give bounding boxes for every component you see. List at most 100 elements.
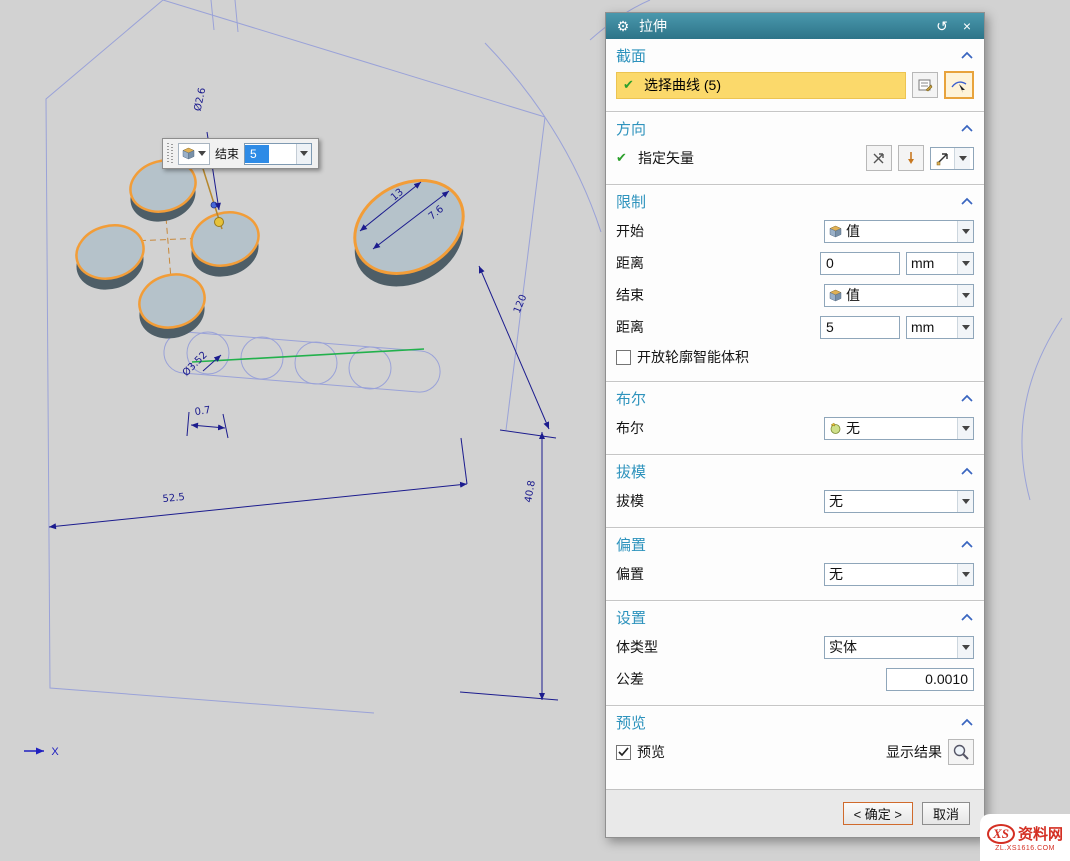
body-type-label: 体类型 xyxy=(616,637,658,657)
end-unit-value: mm xyxy=(911,319,953,335)
curve-options-button[interactable] xyxy=(912,72,938,98)
show-result-label: 显示结果 xyxy=(886,742,942,762)
tolerance-label: 公差 xyxy=(616,669,644,689)
watermark: XS 资料网 ZL.XS1616.COM xyxy=(980,814,1070,861)
cube-icon xyxy=(182,147,195,160)
show-result-button[interactable] xyxy=(948,739,974,765)
collapse-chevron-icon[interactable] xyxy=(960,124,974,133)
collapse-chevron-icon[interactable] xyxy=(960,718,974,727)
draft-value: 无 xyxy=(829,491,953,511)
magnifier-icon xyxy=(952,743,970,761)
dropdown-caret[interactable] xyxy=(957,637,973,658)
dropdown-caret[interactable] xyxy=(957,564,973,585)
end-limit-type-combo[interactable] xyxy=(178,143,210,165)
body-type-value: 实体 xyxy=(829,637,953,657)
start-distance-label: 距离 xyxy=(616,253,644,273)
crossed-arrows-icon xyxy=(871,150,887,166)
select-curve-field[interactable]: ✔ 选择曲线 (5) xyxy=(616,72,906,99)
dropdown-caret[interactable] xyxy=(957,221,973,242)
end-distance-value: 5 xyxy=(826,319,834,335)
settings-header: 设置 xyxy=(616,607,646,628)
body-type-combo[interactable]: 实体 xyxy=(824,636,974,659)
dropdown-caret[interactable] xyxy=(957,253,973,274)
cube-icon xyxy=(829,289,842,302)
reset-icon[interactable]: ↺ xyxy=(933,18,951,35)
cancel-button[interactable]: 取消 xyxy=(922,802,970,825)
watermark-url: ZL.XS1616.COM xyxy=(995,845,1055,852)
reverse-direction-button[interactable] xyxy=(866,145,892,171)
down-arrow-icon xyxy=(903,150,919,166)
start-distance-input[interactable]: 0 xyxy=(820,252,900,275)
on-screen-input-toolbar[interactable]: 结束 5 xyxy=(162,138,319,169)
vector-icon xyxy=(935,151,950,166)
start-label: 开始 xyxy=(616,221,644,241)
collapse-chevron-icon[interactable] xyxy=(960,613,974,622)
end-option-combo[interactable]: 值 xyxy=(824,284,974,307)
draft-combo[interactable]: 无 xyxy=(824,490,974,513)
dropdown-caret[interactable] xyxy=(957,285,973,306)
chevron-down-icon xyxy=(198,151,206,156)
check-icon: ✔ xyxy=(623,77,639,93)
close-icon[interactable]: × xyxy=(958,18,976,34)
collapse-chevron-icon[interactable] xyxy=(960,540,974,549)
collapse-chevron-icon[interactable] xyxy=(960,394,974,403)
collapse-chevron-icon[interactable] xyxy=(960,197,974,206)
section-limits: 限制 开始 值 距离 0 xyxy=(606,184,984,381)
dim-small-offset: 0.7 xyxy=(194,405,211,418)
end-label: 结束 xyxy=(215,145,239,162)
end-option-value: 值 xyxy=(846,285,953,305)
start-option-value: 值 xyxy=(846,221,953,241)
offset-header: 偏置 xyxy=(616,534,646,555)
gear-icon: ⚙ xyxy=(614,18,632,35)
vector-dialog-button[interactable] xyxy=(898,145,924,171)
preview-label: 预览 xyxy=(637,742,665,762)
boolean-label: 布尔 xyxy=(616,418,644,438)
collapse-chevron-icon[interactable] xyxy=(960,467,974,476)
preview-header: 预览 xyxy=(616,712,646,733)
end-distance-input[interactable]: 5 xyxy=(244,143,312,165)
open-profile-label: 开放轮廓智能体积 xyxy=(637,347,749,367)
cube-icon xyxy=(829,225,842,238)
section-boolean: 布尔 布尔 无 xyxy=(606,381,984,454)
draft-header: 拔模 xyxy=(616,461,646,482)
toolbar-grip[interactable] xyxy=(167,143,173,164)
start-unit-value: mm xyxy=(911,255,953,271)
offset-combo[interactable]: 无 xyxy=(824,563,974,586)
dropdown-caret[interactable] xyxy=(957,418,973,439)
dropdown-caret[interactable] xyxy=(957,317,973,338)
start-option-combo[interactable]: 值 xyxy=(824,220,974,243)
end-distance-value[interactable]: 5 xyxy=(245,145,269,163)
vector-method-combo[interactable] xyxy=(930,147,974,170)
dialog-title: 拉伸 xyxy=(639,16,667,36)
watermark-logo: XS xyxy=(987,824,1015,844)
tolerance-input[interactable]: 0.0010 xyxy=(886,668,974,691)
preview-checkbox[interactable] xyxy=(616,745,631,760)
boolean-value: 无 xyxy=(846,418,953,438)
end-unit-combo[interactable]: mm xyxy=(906,316,974,339)
section-direction: 方向 ✔ 指定矢量 xyxy=(606,111,984,184)
curve-list-icon xyxy=(917,77,933,93)
offset-value: 无 xyxy=(829,564,953,584)
end-distance-dropdown[interactable] xyxy=(296,144,311,164)
start-distance-value: 0 xyxy=(826,255,834,271)
collapse-chevron-icon[interactable] xyxy=(960,51,974,60)
curve-rule-button[interactable] xyxy=(944,71,974,99)
select-curve-label: 选择曲线 (5) xyxy=(644,75,721,95)
draft-label: 拔模 xyxy=(616,491,644,511)
boolean-none-icon xyxy=(829,422,842,435)
watermark-brand: 资料网 xyxy=(1018,823,1063,844)
start-unit-combo[interactable]: mm xyxy=(906,252,974,275)
chevron-down-icon xyxy=(300,151,308,156)
end-distance-label: 距离 xyxy=(616,317,644,337)
section-preview: 预览 预览 显示结果 xyxy=(606,705,984,778)
dropdown-caret[interactable] xyxy=(957,491,973,512)
section-offset: 偏置 偏置 无 xyxy=(606,527,984,600)
ok-button[interactable]: < 确定 > xyxy=(843,802,913,825)
open-profile-checkbox[interactable] xyxy=(616,350,631,365)
end-distance-input[interactable]: 5 xyxy=(820,316,900,339)
section-draft: 拔模 拔模 无 xyxy=(606,454,984,527)
boolean-combo[interactable]: 无 xyxy=(824,417,974,440)
dialog-titlebar[interactable]: ⚙ 拉伸 ↺ × xyxy=(606,13,984,39)
dropdown-caret[interactable] xyxy=(954,148,970,169)
specify-vector-label: 指定矢量 xyxy=(638,148,694,168)
